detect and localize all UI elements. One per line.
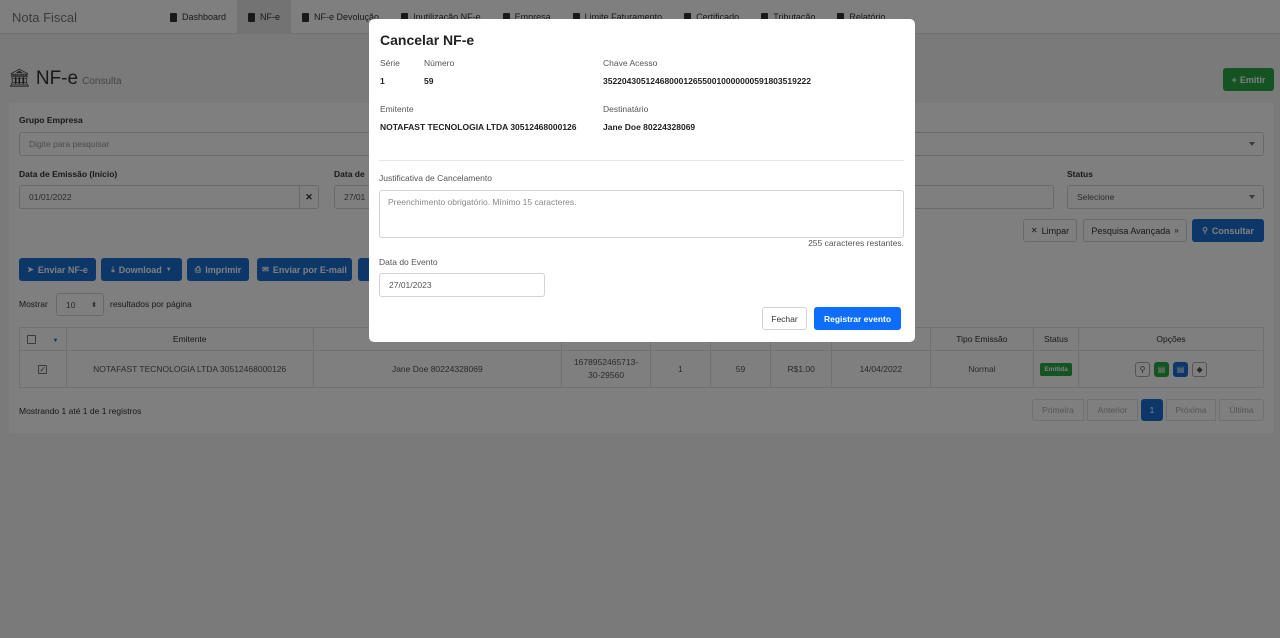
cancel-nfe-modal: Cancelar NF-e Série 1 Número 59 Chave Ac…: [369, 19, 915, 342]
chave-acesso-value: 3522043051246800012655001000000059180351…: [603, 76, 812, 86]
divider: [379, 160, 904, 161]
chars-remaining: 255 caracteres restantes.: [808, 238, 904, 248]
emitente-value: NOTAFAST TECNOLOGIA LTDA 30512468000126: [380, 122, 577, 132]
justificativa-label: Justificativa de Cancelamento: [379, 173, 492, 183]
serie-value: 1: [380, 76, 385, 86]
data-evento-label: Data do Evento: [379, 257, 438, 267]
register-event-button[interactable]: Registrar evento: [814, 307, 901, 330]
data-evento-input[interactable]: 27/01/2023: [379, 273, 545, 297]
serie-label: Série: [380, 58, 400, 68]
emitente-label: Emitente: [380, 104, 414, 114]
chave-acesso-label: Chave Acesso: [603, 58, 658, 68]
close-button[interactable]: Fechar: [762, 307, 807, 330]
numero-value: 59: [424, 76, 434, 86]
modal-title: Cancelar NF-e: [380, 32, 475, 48]
destinatario-label: Destinatário: [603, 104, 649, 114]
destinatario-value: Jane Doe 80224328069: [603, 122, 696, 132]
numero-label: Número: [424, 58, 455, 68]
justificativa-textarea[interactable]: Preenchimento obrigatório. Mínimo 15 car…: [379, 190, 904, 238]
